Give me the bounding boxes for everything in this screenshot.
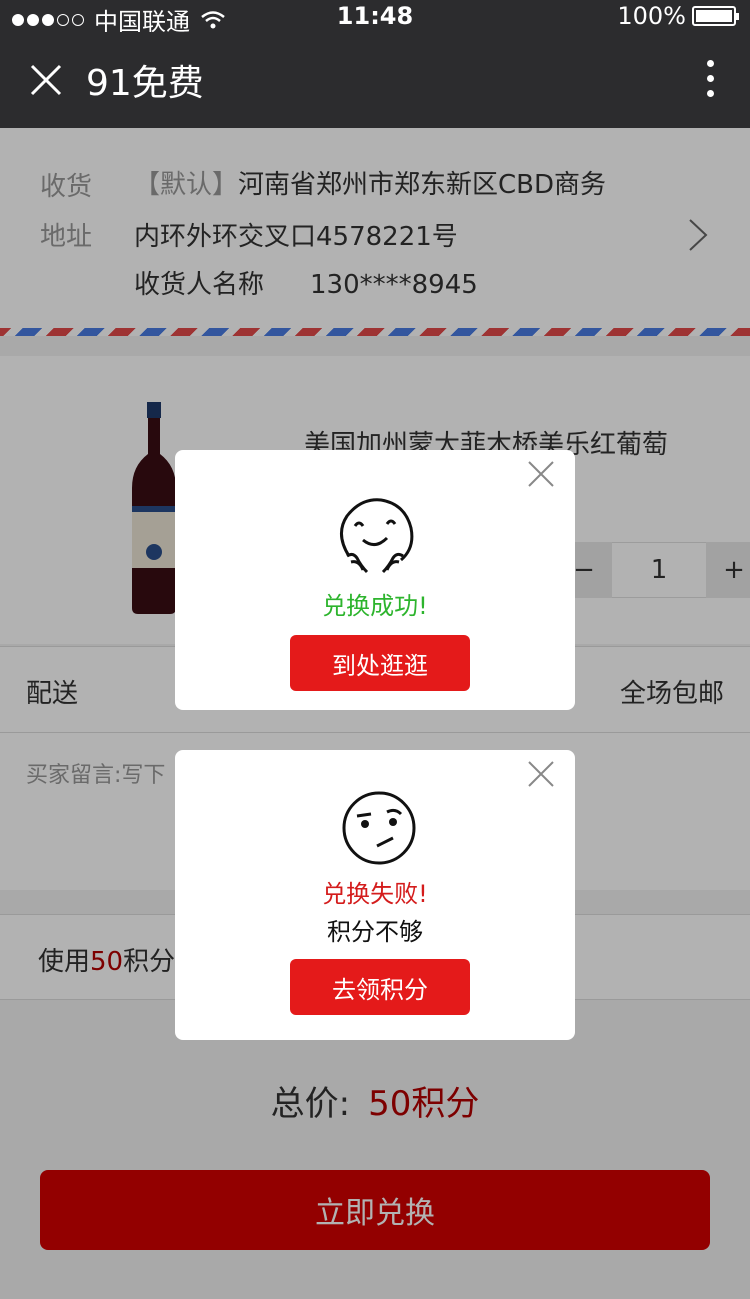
close-icon[interactable] — [28, 62, 64, 98]
get-points-button[interactable]: 去领积分 — [290, 959, 470, 1015]
confused-face-icon — [342, 791, 416, 865]
happy-face-icon — [340, 498, 414, 574]
modal-overlay[interactable] — [0, 128, 750, 1299]
battery-percent: 100% — [617, 2, 686, 30]
more-icon[interactable] — [707, 60, 714, 97]
browse-around-button[interactable]: 到处逛逛 — [290, 635, 470, 691]
battery-icon — [692, 6, 739, 26]
close-icon[interactable] — [527, 460, 555, 488]
success-title: 兑换成功! — [322, 592, 428, 620]
nav-bar: 91免费 — [0, 32, 750, 128]
fail-dialog: 兑换失败! 积分不够 去领积分 — [175, 750, 575, 1040]
nav-title: 91免费 — [86, 63, 204, 104]
status-right: 100% — [617, 2, 739, 30]
fail-title: 兑换失败! — [322, 880, 428, 908]
close-icon[interactable] — [527, 760, 555, 788]
fail-subtitle: 积分不够 — [327, 918, 423, 946]
success-dialog: 兑换成功! 到处逛逛 — [175, 450, 575, 710]
status-bar: 中国联通 11:48 100% — [0, 0, 750, 36]
